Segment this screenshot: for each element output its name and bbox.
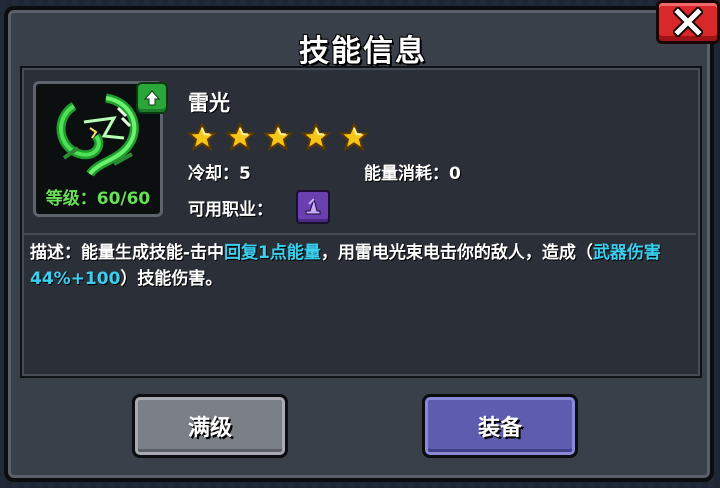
skill-description: 描述：能量生成技能-击中回复1点能量，用雷电光束电击你的敌人，造成（武器伤害44… — [30, 240, 680, 292]
skill-name: 雷光 — [188, 91, 230, 115]
wizard-hat-icon — [305, 197, 321, 215]
skill-level: 等级：60/60 — [45, 189, 151, 209]
star-rating — [186, 121, 370, 153]
star-icon — [300, 121, 332, 153]
close-button[interactable] — [656, 0, 720, 44]
equip-button[interactable]: 装备 — [422, 394, 578, 458]
divider — [24, 233, 696, 235]
star-icon — [224, 121, 256, 153]
energy-cost-label: 能量消耗：0 — [364, 164, 461, 184]
star-icon — [186, 121, 218, 153]
class-badge[interactable] — [296, 190, 330, 224]
class-label: 可用职业： — [188, 200, 273, 220]
star-icon — [262, 121, 294, 153]
cooldown-label: 冷却：5 — [188, 164, 251, 184]
close-x-icon — [673, 7, 703, 37]
dialog-title: 技能信息 — [299, 34, 427, 69]
description-text: ，用雷电光束电击你的敌人，造成（ — [320, 243, 593, 263]
up-arrow-icon — [143, 90, 161, 106]
description-text: ）技能伤害。 — [120, 269, 223, 289]
star-icon — [338, 121, 370, 153]
description-text: 描述：能量生成技能-击中 — [30, 243, 225, 263]
description-highlight-energy: 回复1点能量 — [224, 243, 321, 263]
upgrade-badge[interactable] — [136, 82, 168, 114]
max-level-button[interactable]: 满级 — [132, 394, 288, 458]
